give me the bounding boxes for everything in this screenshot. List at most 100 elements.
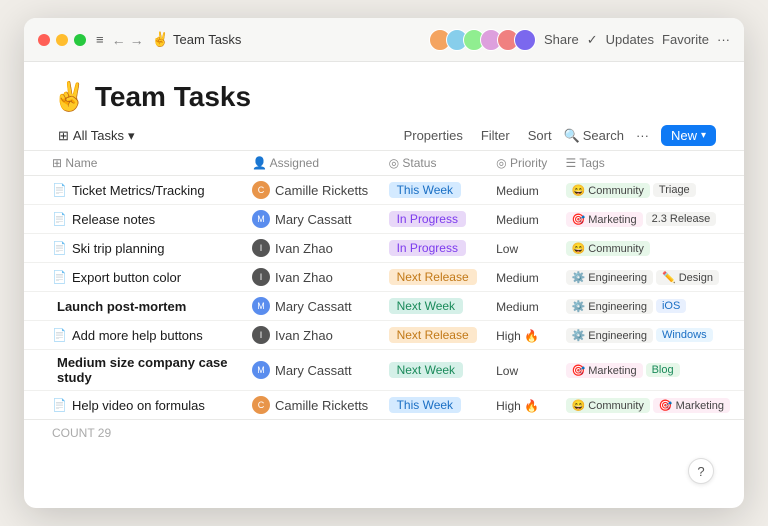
help-button[interactable]: ? bbox=[688, 458, 714, 484]
status-badge: Next Week bbox=[389, 362, 463, 378]
table-row[interactable]: 📄 Ticket Metrics/Tracking C Camille Rick… bbox=[24, 176, 744, 205]
priority-badge: Low bbox=[496, 242, 518, 256]
assignee-avatar: M bbox=[252, 210, 270, 228]
priority-badge: Medium bbox=[496, 213, 539, 227]
minimize-button[interactable] bbox=[56, 34, 68, 46]
favorite-button[interactable]: Favorite bbox=[662, 32, 709, 47]
status-badge: This Week bbox=[389, 397, 461, 413]
cell-name-3: 📄 Export button color bbox=[24, 263, 244, 292]
assigned-col-icon: 👤 bbox=[252, 156, 267, 170]
sort-button[interactable]: Sort bbox=[522, 126, 558, 145]
view-selector[interactable]: ⊞ All Tasks ▾ bbox=[52, 126, 141, 146]
forward-button[interactable]: → bbox=[130, 32, 144, 48]
updates-button[interactable]: Updates bbox=[606, 32, 654, 47]
priority-badge: Low bbox=[496, 364, 518, 378]
avatar-6 bbox=[514, 29, 536, 51]
table-row[interactable]: Medium size company case study M Mary Ca… bbox=[24, 350, 744, 391]
task-name-text: Medium size company case study bbox=[57, 355, 236, 385]
tag-badge: iOS bbox=[656, 299, 686, 313]
page-header: ✌️ Team Tasks bbox=[24, 62, 744, 119]
task-name-text: Add more help buttons bbox=[72, 328, 203, 343]
properties-button[interactable]: Properties bbox=[398, 126, 469, 145]
tag-badge: 😄 Community bbox=[566, 241, 650, 256]
view-label: All Tasks bbox=[73, 128, 124, 143]
cell-status-6: Next Week bbox=[381, 350, 489, 391]
cell-tags-1: 🎯 Marketing2.3 Release bbox=[558, 205, 744, 234]
cell-name-5: 📄 Add more help buttons bbox=[24, 321, 244, 350]
page-title: ✌️ Team Tasks bbox=[52, 80, 716, 113]
cell-status-5: Next Release bbox=[381, 321, 489, 350]
tag-badge: Blog bbox=[646, 363, 680, 377]
table-row[interactable]: 📄 Export button color I Ivan Zhao Next R… bbox=[24, 263, 744, 292]
col-status: ◎ Status bbox=[381, 151, 489, 176]
row-icon: 📄 bbox=[52, 212, 67, 226]
assignee-name: Camille Ricketts bbox=[275, 183, 368, 198]
new-button[interactable]: New ▾ bbox=[661, 125, 716, 146]
maximize-button[interactable] bbox=[74, 34, 86, 46]
priority-col-label: Priority bbox=[510, 156, 547, 170]
collaborator-avatars bbox=[429, 29, 536, 51]
cell-priority-3: Medium bbox=[488, 263, 557, 292]
cell-priority-0: Medium bbox=[488, 176, 557, 205]
titlebar-right: Share ✓ Updates Favorite ··· bbox=[429, 29, 730, 51]
tags-col-icon: ☰ bbox=[566, 156, 577, 170]
col-tags: ☰ Tags bbox=[558, 151, 744, 176]
row-icon: 📄 bbox=[52, 270, 67, 284]
col-assigned: 👤 Assigned bbox=[244, 151, 381, 176]
assignee-name: Camille Ricketts bbox=[275, 398, 368, 413]
tag-badge: 😄 Community bbox=[566, 183, 650, 198]
row-icon: 📄 bbox=[52, 328, 67, 342]
table-row[interactable]: 📄 Release notes M Mary Cassatt In Progre… bbox=[24, 205, 744, 234]
tag-badge: ⚙️ Engineering bbox=[566, 270, 653, 285]
cell-tags-0: 😄 CommunityTriage bbox=[558, 176, 744, 205]
table-row[interactable]: 📄 Ski trip planning I Ivan Zhao In Progr… bbox=[24, 234, 744, 263]
row-icon: 📄 bbox=[52, 183, 67, 197]
cell-tags-7: 😄 Community🎯 Marketing bbox=[558, 391, 744, 420]
count-label: COUNT 29 bbox=[52, 426, 111, 440]
tag-badge: ⚙️ Engineering bbox=[566, 328, 653, 343]
menu-icon[interactable]: ≡ bbox=[96, 32, 104, 47]
page-title-text: Team Tasks bbox=[95, 81, 251, 113]
priority-badge: Medium bbox=[496, 271, 539, 285]
task-name-text: Launch post-mortem bbox=[57, 299, 186, 314]
task-name-text: Release notes bbox=[72, 212, 155, 227]
assignee-name: Ivan Zhao bbox=[275, 241, 333, 256]
assignee-name: Mary Cassatt bbox=[275, 299, 352, 314]
tasks-table: ⊞ Name 👤 Assigned ◎ Status ◎ bbox=[24, 151, 744, 419]
tag-badge: 😄 Community bbox=[566, 398, 650, 413]
close-button[interactable] bbox=[38, 34, 50, 46]
cell-tags-6: 🎯 MarketingBlog bbox=[558, 350, 744, 391]
assignee-name: Ivan Zhao bbox=[275, 328, 333, 343]
title-emoji: ✌️ bbox=[152, 31, 169, 48]
tag-badge: Triage bbox=[653, 183, 696, 197]
tag-badge: 2.3 Release bbox=[646, 212, 717, 226]
share-button[interactable]: Share bbox=[544, 32, 579, 47]
filter-button[interactable]: Filter bbox=[475, 126, 516, 145]
task-name-text: Ski trip planning bbox=[72, 241, 165, 256]
cell-priority-1: Medium bbox=[488, 205, 557, 234]
new-label: New bbox=[671, 128, 697, 143]
toolbar: ⊞ All Tasks ▾ Properties Filter Sort 🔍 S… bbox=[24, 119, 744, 151]
cell-tags-2: 😄 Community bbox=[558, 234, 744, 263]
priority-badge: Medium bbox=[496, 184, 539, 198]
task-name-text: Ticket Metrics/Tracking bbox=[72, 183, 205, 198]
table-row[interactable]: Launch post-mortem M Mary Cassatt Next W… bbox=[24, 292, 744, 321]
search-button[interactable]: 🔍 Search bbox=[564, 128, 624, 144]
table-row[interactable]: 📄 Add more help buttons I Ivan Zhao Next… bbox=[24, 321, 744, 350]
cell-status-3: Next Release bbox=[381, 263, 489, 292]
row-icon: 📄 bbox=[52, 241, 67, 255]
toolbar-more-button[interactable]: ··· bbox=[630, 126, 655, 145]
cell-tags-4: ⚙️ EngineeringiOS bbox=[558, 292, 744, 321]
back-button[interactable]: ← bbox=[112, 32, 126, 48]
cell-assigned-2: I Ivan Zhao bbox=[244, 234, 381, 263]
table-row[interactable]: 📄 Help video on formulas C Camille Ricke… bbox=[24, 391, 744, 420]
cell-name-0: 📄 Ticket Metrics/Tracking bbox=[24, 176, 244, 205]
search-icon: 🔍 bbox=[564, 128, 580, 144]
assignee-avatar: M bbox=[252, 297, 270, 315]
status-col-label: Status bbox=[402, 156, 436, 170]
cell-assigned-5: I Ivan Zhao bbox=[244, 321, 381, 350]
cell-priority-5: High 🔥 bbox=[488, 321, 557, 350]
more-options-button[interactable]: ··· bbox=[717, 32, 730, 47]
priority-badge: High 🔥 bbox=[496, 399, 539, 413]
tag-badge: 🎯 Marketing bbox=[653, 398, 730, 413]
